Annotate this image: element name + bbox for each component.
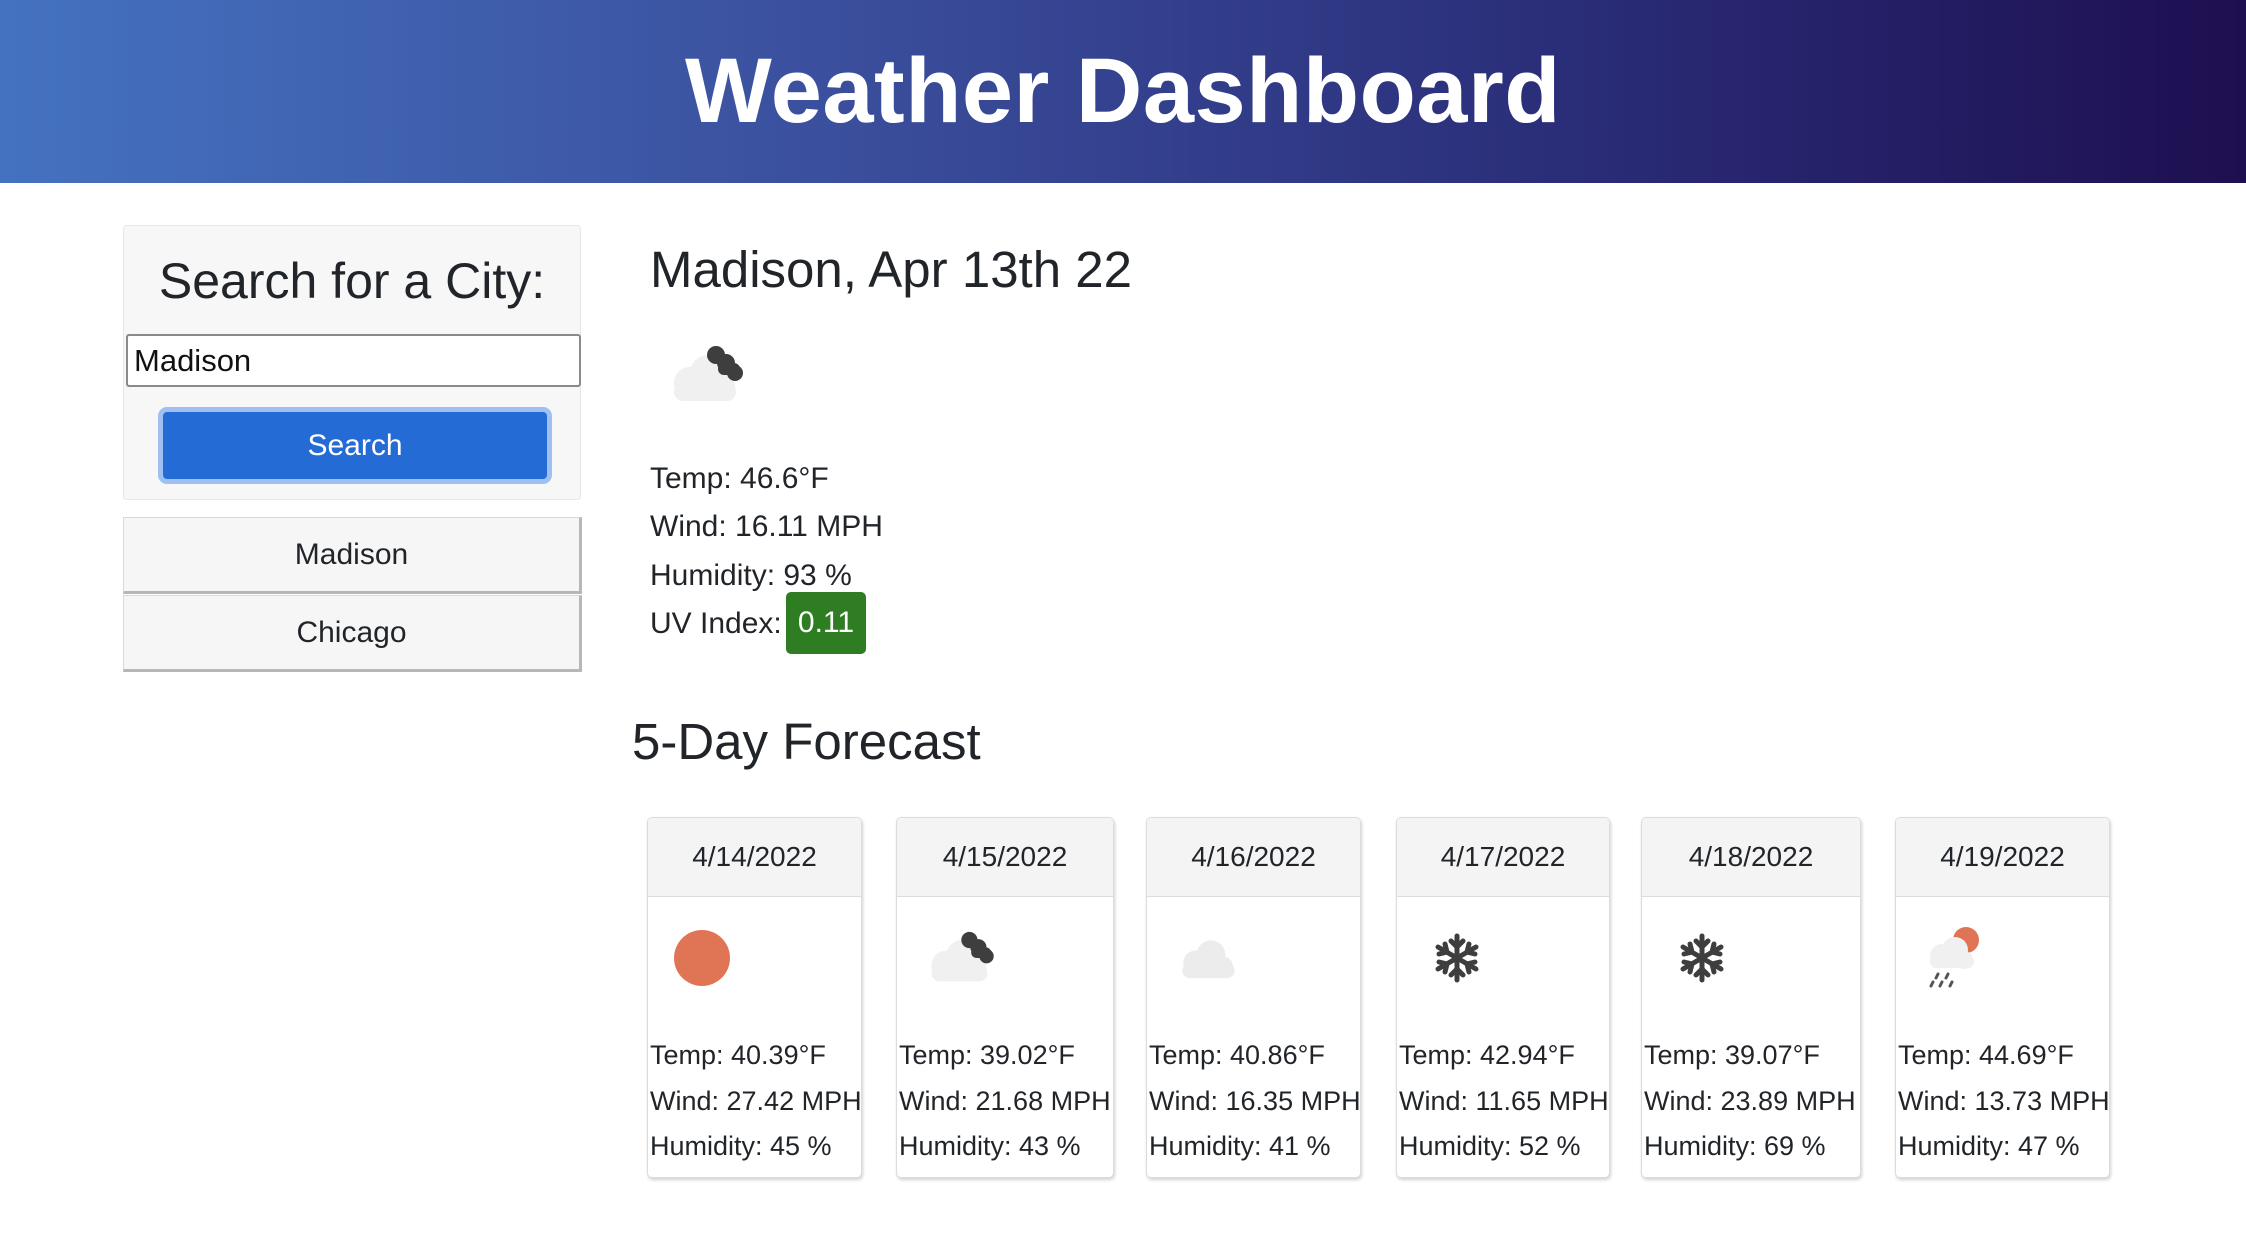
cloudy-dark-icon — [919, 922, 1003, 994]
forecast-temp: Temp: 44.69°F — [1898, 1040, 2074, 1070]
current-wind: Wind: 16.11 MPH — [650, 510, 883, 543]
forecast-humidity: Humidity: 52 % — [1399, 1131, 1581, 1161]
current-temp: Temp: 46.6°F — [650, 462, 829, 495]
cloud-icon — [1169, 922, 1253, 994]
forecast-card: 4/14/2022 Temp: 40.39°F Wind: 27.42 MPH … — [647, 817, 862, 1178]
history-button-chicago[interactable]: Chicago — [123, 595, 582, 672]
forecast-date: 4/18/2022 — [1642, 818, 1860, 897]
forecast-card: 4/15/2022 Temp: 39.02°F Wind: 21.68 MPH … — [896, 817, 1114, 1178]
forecast-temp: Temp: 39.07°F — [1644, 1040, 1820, 1070]
forecast-humidity: Humidity: 47 % — [1898, 1131, 2080, 1161]
forecast-date: 4/17/2022 — [1397, 818, 1609, 897]
forecast-wind: Wind: 21.68 MPH — [899, 1086, 1111, 1116]
forecast-card: 4/16/2022 Temp: 40.86°F Wind: 16.35 MPH … — [1146, 817, 1361, 1178]
forecast-temp: Temp: 40.39°F — [650, 1040, 826, 1070]
forecast-date: 4/16/2022 — [1147, 818, 1360, 897]
current-humidity: Humidity: 93 % — [650, 559, 852, 592]
forecast-wind: Wind: 23.89 MPH — [1644, 1086, 1856, 1116]
forecast-card: 4/19/2022 Temp: 44.69°F Wind: 13.73 MPH … — [1895, 817, 2110, 1178]
forecast-wind: Wind: 13.73 MPH — [1898, 1086, 2110, 1116]
search-button[interactable]: Search — [158, 407, 552, 484]
rain-sun-icon — [1922, 922, 2006, 994]
forecast-card: 4/18/2022 Temp: 39.07°F Wind: 23.89 MPH … — [1641, 817, 1861, 1178]
forecast-temp: Temp: 40.86°F — [1149, 1040, 1325, 1070]
page-header: Weather Dashboard — [0, 0, 2246, 183]
cloudy-dark-icon — [660, 335, 760, 415]
forecast-wind: Wind: 11.65 MPH — [1399, 1086, 1609, 1116]
uv-index-label: UV Index: — [650, 607, 782, 640]
snowflake-icon — [1676, 922, 1760, 994]
snowflake-icon — [1431, 922, 1515, 994]
forecast-wind: Wind: 27.42 MPH — [650, 1086, 862, 1116]
search-title: Search for a City: — [158, 253, 546, 309]
forecast-wind: Wind: 16.35 MPH — [1149, 1086, 1361, 1116]
history-button-madison[interactable]: Madison — [123, 517, 582, 594]
forecast-humidity: Humidity: 45 % — [650, 1131, 832, 1161]
forecast-date: 4/15/2022 — [897, 818, 1113, 897]
forecast-card: 4/17/2022 Temp: 42.94°F Wind: 11.65 MPH … — [1396, 817, 1610, 1178]
uv-index-badge: 0.11 — [786, 592, 866, 654]
forecast-humidity: Humidity: 43 % — [899, 1131, 1081, 1161]
forecast-title: 5-Day Forecast — [632, 713, 981, 770]
city-search-input[interactable] — [126, 334, 581, 387]
forecast-temp: Temp: 39.02°F — [899, 1040, 1075, 1070]
forecast-humidity: Humidity: 41 % — [1149, 1131, 1331, 1161]
forecast-temp: Temp: 42.94°F — [1399, 1040, 1575, 1070]
sun-icon — [670, 922, 754, 994]
search-panel: Search for a City: Search — [123, 225, 581, 500]
page-title: Weather Dashboard — [685, 40, 1561, 142]
forecast-date: 4/14/2022 — [648, 818, 861, 897]
current-city-title: Madison, Apr 13th 22 — [650, 241, 1132, 298]
forecast-date: 4/19/2022 — [1896, 818, 2109, 897]
forecast-humidity: Humidity: 69 % — [1644, 1131, 1826, 1161]
